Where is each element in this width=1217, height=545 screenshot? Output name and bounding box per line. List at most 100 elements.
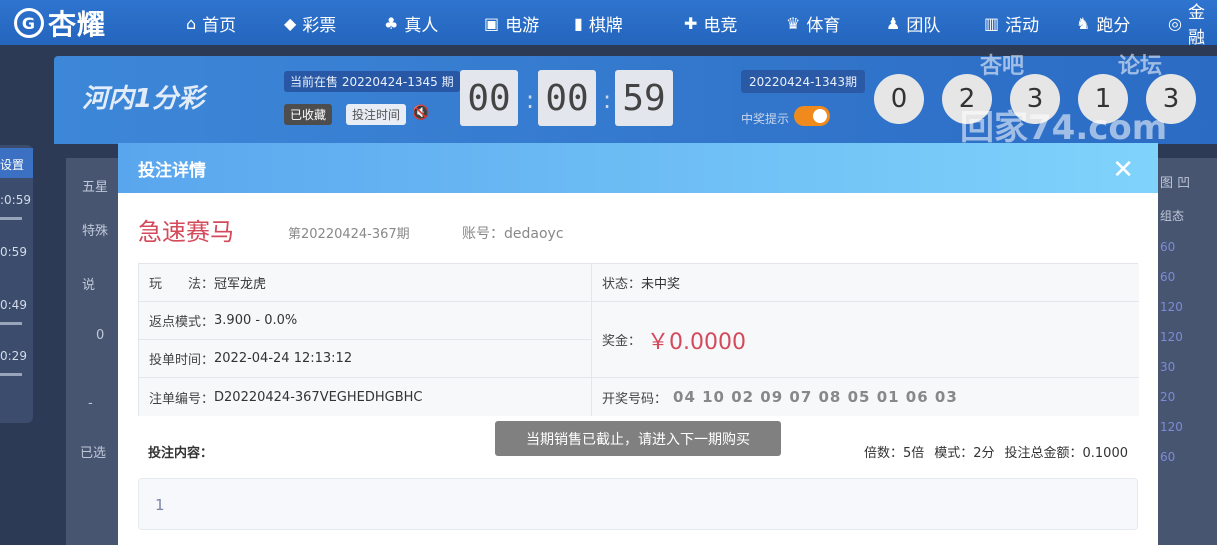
nav-item-slots[interactable]: ▣ 电游 [484, 10, 539, 36]
mute-icon[interactable]: 🔇 [412, 105, 429, 121]
watermark-text: 论坛 [1118, 54, 1163, 79]
nav-label: 彩票 [302, 15, 337, 36]
nav-item-activity[interactable]: ▥ 活动 [984, 10, 1039, 36]
brand-logo[interactable]: G 杏耀 [14, 4, 106, 42]
left-history-panel [0, 145, 33, 423]
stat-value: 60 [1160, 270, 1176, 284]
nav-item-run[interactable]: ♞ 跑分 [1076, 10, 1130, 36]
modal-title: 投注详情 [138, 160, 206, 181]
nav-label: 活动 [1005, 15, 1040, 36]
last-issue: 20220424-1343期 [741, 70, 865, 93]
nav-item-finance[interactable]: ◎ 金融 [1168, 3, 1217, 48]
rebate-value: 3.900 - 0.0% [214, 313, 298, 328]
stat-value: 120 [1160, 300, 1183, 314]
countdown-minutes: 00 [538, 70, 596, 126]
game-name: 急速赛马 [138, 218, 234, 246]
rebate-label: 返点模式： [149, 315, 215, 330]
countdown-seconds: 59 [615, 70, 673, 126]
nav-label: 真人 [404, 15, 439, 36]
slot-icon: ▣ [484, 13, 500, 33]
stat-value: 120 [1160, 420, 1183, 434]
rebate-row: 返点模式： 3.900 - 0.0% [139, 302, 591, 339]
bet-time-button[interactable]: 投注时间 [346, 104, 407, 125]
divider [591, 264, 592, 416]
stat-value: 60 [1160, 240, 1176, 254]
divider [139, 301, 1139, 302]
home-icon: ⌂ [186, 13, 197, 33]
mode-value: 模式：2分 [934, 446, 995, 461]
divider [139, 339, 591, 340]
stat-value: 120 [1160, 330, 1183, 344]
win-tip-toggle[interactable] [794, 106, 830, 126]
result-ball: 0 [874, 74, 924, 124]
bet-detail-modal: 投注详情 ✕ 急速赛马 第20220424-367期 账号：dedaoyc 玩 … [118, 143, 1158, 545]
countdown-hours: 00 [460, 70, 518, 126]
draw-label: 开奖号码： [602, 391, 668, 407]
lottery-logo: 河内1分彩 [82, 84, 205, 114]
bet-summary: 倍数：5倍 模式：2分 投注总金额：0.1000 [864, 442, 1128, 461]
divider [139, 377, 1139, 378]
nav-item-sports[interactable]: ♛ 体育 [786, 10, 840, 36]
history-bar [0, 217, 22, 220]
draw-numbers: 04 10 02 09 07 08 05 01 06 03 [673, 388, 958, 406]
nav-label: 体育 [806, 15, 841, 36]
history-time: 0:59 [0, 245, 27, 259]
minus-button[interactable]: - [88, 396, 93, 411]
nav-label: 金融 [1187, 3, 1205, 48]
nav-item-team[interactable]: ♟ 团队 [886, 10, 940, 36]
top-nav: G 杏耀 ⌂ 首页 ◆ 彩票 ♣ 真人 ▣ 电游 ▮ 棋牌 ✚ 电竞 ♛ 体育 … [0, 0, 1217, 48]
nav-label: 首页 [202, 15, 237, 36]
favorited-button[interactable]: 已收藏 [284, 104, 333, 125]
order-value: D20220424-367VEGHEDHGBHC [214, 389, 423, 405]
win-tip-label: 中奖提示 [741, 112, 790, 126]
horse-icon: ♞ [1076, 13, 1091, 33]
ticket-icon: ◆ [284, 13, 297, 33]
dealer-icon: ♣ [384, 13, 399, 33]
order-label: 注单编号： [149, 391, 215, 407]
bet-time-row: 投单时间： 2022-04-24 12:13:12 [139, 340, 591, 377]
trend-chart-link[interactable]: 图 凹 [1160, 172, 1190, 191]
prize-label: 奖金： [602, 334, 642, 349]
prize-value: ￥0.0000 [647, 329, 746, 355]
nav-item-lottery[interactable]: ◆ 彩票 [284, 10, 336, 36]
selected-label: 已选 [80, 446, 107, 461]
toast-message: 当期销售已截止，请进入下一期购买 [495, 421, 781, 456]
nav-label: 团队 [906, 15, 941, 36]
stat-value: 20 [1160, 390, 1176, 404]
nav-label: 电竞 [703, 15, 738, 36]
stat-value: 60 [1160, 450, 1176, 464]
status-value: 未中奖 [641, 277, 681, 292]
group-state-label: 组态 [1160, 209, 1185, 223]
gift-icon: ▥ [984, 13, 1000, 33]
nav-item-live[interactable]: ♣ 真人 [384, 10, 438, 36]
nav-item-home[interactable]: ⌂ 首页 [186, 10, 236, 36]
trophy-icon: ♛ [786, 13, 801, 33]
nav-label: 跑分 [1096, 15, 1131, 36]
nav-item-cards[interactable]: ▮ 棋牌 [574, 10, 623, 36]
colon: : [603, 86, 612, 114]
gamepad-icon: ✚ [684, 13, 698, 33]
bet-time-label: 投单时间： [149, 353, 215, 368]
order-row: 注单编号： D20220424-367VEGHEDHGBHC [139, 378, 591, 416]
zero-button[interactable]: 0 [96, 328, 104, 343]
bet-detail-table: 玩 法： 冠军龙虎 状态： 未中奖 返点模式： 3.900 - 0.0% 奖金： ￥0.… [138, 263, 1139, 416]
status-label: 状态： [602, 277, 642, 292]
play-label: 玩 法： [149, 277, 215, 292]
close-icon[interactable]: ✕ [1112, 155, 1134, 185]
logo-badge-icon: G [14, 8, 44, 38]
explain-link[interactable]: 说 [82, 274, 95, 293]
modal-header: 投注详情 [118, 143, 1158, 193]
left-panel-title: 设置 [0, 148, 33, 178]
account-info: 账号：dedaoyc [462, 223, 564, 243]
stat-value: 30 [1160, 360, 1176, 374]
coin-icon: ◎ [1168, 13, 1182, 33]
prize-row: 奖金： ￥0.0000 [592, 302, 1139, 377]
bet-time-value: 2022-04-24 12:13:12 [214, 351, 353, 366]
team-icon: ♟ [886, 13, 901, 33]
tab-special[interactable]: 特殊 [82, 220, 108, 239]
tab-wuxing[interactable]: 五星 [82, 176, 108, 195]
bet-content-label: 投注内容： [148, 446, 214, 461]
play-row: 玩 法： 冠军龙虎 [139, 264, 591, 301]
nav-label: 棋牌 [588, 15, 623, 36]
nav-item-esports[interactable]: ✚ 电竞 [684, 10, 737, 36]
